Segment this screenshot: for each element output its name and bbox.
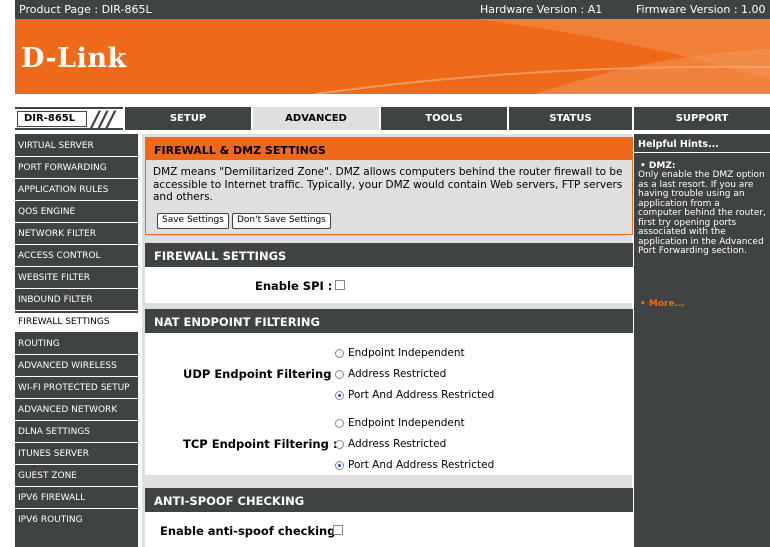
dlink-logo[interactable]: D-Link bbox=[21, 43, 127, 74]
firmware-version: Firmware Version : 1.00 bbox=[636, 3, 766, 16]
hints-more-text[interactable]: More... bbox=[649, 299, 685, 309]
nav-wifi-protected-setup[interactable]: WI-FI PROTECTED SETUP bbox=[15, 379, 138, 399]
dont-save-settings-button[interactable]: Don't Save Settings bbox=[232, 213, 331, 229]
firewall-dmz-title: FIREWALL & DMZ SETTINGS bbox=[146, 138, 632, 160]
hints-title: Helpful Hints... bbox=[638, 139, 719, 150]
tab-tools[interactable]: TOOLS bbox=[381, 107, 507, 130]
nav-firewall-settings[interactable]: FIREWALL SETTINGS bbox=[15, 313, 138, 333]
nav-advanced-wireless[interactable]: ADVANCED WIRELESS bbox=[15, 357, 138, 377]
udp-address-restricted-label: Address Restricted bbox=[348, 368, 447, 380]
firewall-dmz-description: DMZ means "Demilitarized Zone". DMZ allo… bbox=[153, 166, 623, 203]
nav-website-filter[interactable]: WEBSITE FILTER bbox=[15, 269, 138, 289]
nav-ipv6-routing[interactable]: IPV6 ROUTING bbox=[15, 511, 138, 531]
enable-anti-spoof-checkbox[interactable] bbox=[333, 525, 343, 535]
udp-filtering-label: UDP Endpoint Filtering : bbox=[183, 367, 341, 381]
helpful-hints-panel: Helpful Hints... • DMZ: Only enable the … bbox=[634, 134, 770, 547]
nav-itunes-server[interactable]: ITUNES SERVER bbox=[15, 445, 138, 465]
product-page-label: Product Page : DIR-865L bbox=[19, 3, 152, 16]
nav-port-forwarding[interactable]: PORT FORWARDING bbox=[15, 159, 138, 179]
udp-port-address-restricted-radio[interactable] bbox=[335, 391, 344, 400]
nat-filtering-body: UDP Endpoint Filtering : Endpoint Indepe… bbox=[145, 333, 633, 475]
nav-qos-engine[interactable]: QOS ENGINE bbox=[15, 203, 138, 223]
firewall-settings-header: FIREWALL SETTINGS bbox=[145, 243, 633, 267]
top-info-bar: Product Page : DIR-865L Hardware Version… bbox=[15, 0, 770, 19]
nav-inbound-filter[interactable]: INBOUND FILTER bbox=[15, 291, 138, 311]
anti-spoof-body: Enable anti-spoof checking : bbox=[145, 512, 633, 547]
nav-virtual-server[interactable]: VIRTUAL SERVER bbox=[15, 137, 138, 157]
nav-dlna-settings[interactable]: DLNA SETTINGS bbox=[15, 423, 138, 443]
nav-network-filter[interactable]: NETWORK FILTER bbox=[15, 225, 138, 245]
nav-routing[interactable]: ROUTING bbox=[15, 335, 138, 355]
hints-divider bbox=[634, 152, 770, 153]
udp-endpoint-independent-label: Endpoint Independent bbox=[348, 347, 465, 359]
tab-status[interactable]: STATUS bbox=[509, 107, 632, 130]
enable-anti-spoof-label: Enable anti-spoof checking : bbox=[160, 524, 345, 538]
firewall-dmz-box: FIREWALL & DMZ SETTINGS DMZ means "Demil… bbox=[145, 137, 633, 235]
nav-application-rules[interactable]: APPLICATION RULES bbox=[15, 181, 138, 201]
udp-address-restricted-radio[interactable] bbox=[335, 370, 344, 379]
firewall-settings-body: Enable SPI : bbox=[145, 267, 633, 303]
tcp-endpoint-independent-label: Endpoint Independent bbox=[348, 417, 465, 429]
udp-endpoint-independent-radio[interactable] bbox=[335, 349, 344, 358]
anti-spoof-header: ANTI-SPOOF CHECKING bbox=[145, 488, 633, 512]
banner-decoration bbox=[314, 19, 770, 94]
nav-access-control[interactable]: ACCESS CONTROL bbox=[15, 247, 138, 267]
main-content: FIREWALL & DMZ SETTINGS DMZ means "Demil… bbox=[142, 134, 633, 547]
nav-guest-zone[interactable]: GUEST ZONE bbox=[15, 467, 138, 487]
nat-filtering-header: NAT ENDPOINT FILTERING bbox=[145, 309, 633, 333]
tab-setup[interactable]: SETUP bbox=[125, 107, 251, 130]
enable-spi-label: Enable SPI : bbox=[255, 279, 333, 293]
tcp-port-address-restricted-label: Port And Address Restricted bbox=[348, 459, 495, 471]
tcp-port-address-restricted-radio[interactable] bbox=[335, 461, 344, 470]
tab-advanced[interactable]: ADVANCED bbox=[253, 107, 379, 130]
model-name: DIR-865L bbox=[17, 111, 87, 127]
slash-decoration: /// bbox=[92, 107, 116, 131]
brand-banner: D-Link bbox=[15, 19, 770, 94]
nav-ipv6-firewall[interactable]: IPV6 FIREWALL bbox=[15, 489, 138, 509]
main-tab-bar: DIR-865L /// SETUP ADVANCED TOOLS STATUS… bbox=[15, 107, 770, 131]
hints-more-link[interactable]: • More... bbox=[640, 299, 685, 309]
tcp-address-restricted-radio[interactable] bbox=[335, 440, 344, 449]
tcp-endpoint-independent-radio[interactable] bbox=[335, 419, 344, 428]
tcp-address-restricted-label: Address Restricted bbox=[348, 438, 447, 450]
tab-support[interactable]: SUPPORT bbox=[634, 107, 770, 130]
tcp-filtering-label: TCP Endpoint Filtering : bbox=[183, 437, 338, 451]
model-badge: DIR-865L /// bbox=[15, 107, 123, 131]
nav-advanced-network[interactable]: ADVANCED NETWORK bbox=[15, 401, 138, 421]
save-settings-button[interactable]: Save Settings bbox=[157, 213, 229, 229]
left-nav: VIRTUAL SERVER PORT FORWARDING APPLICATI… bbox=[15, 134, 138, 547]
udp-port-address-restricted-label: Port And Address Restricted bbox=[348, 389, 495, 401]
enable-spi-checkbox[interactable] bbox=[335, 280, 345, 290]
hint-dmz-text: Only enable the DMZ option as a last res… bbox=[638, 170, 766, 256]
hardware-version: Hardware Version : A1 bbox=[480, 3, 603, 16]
